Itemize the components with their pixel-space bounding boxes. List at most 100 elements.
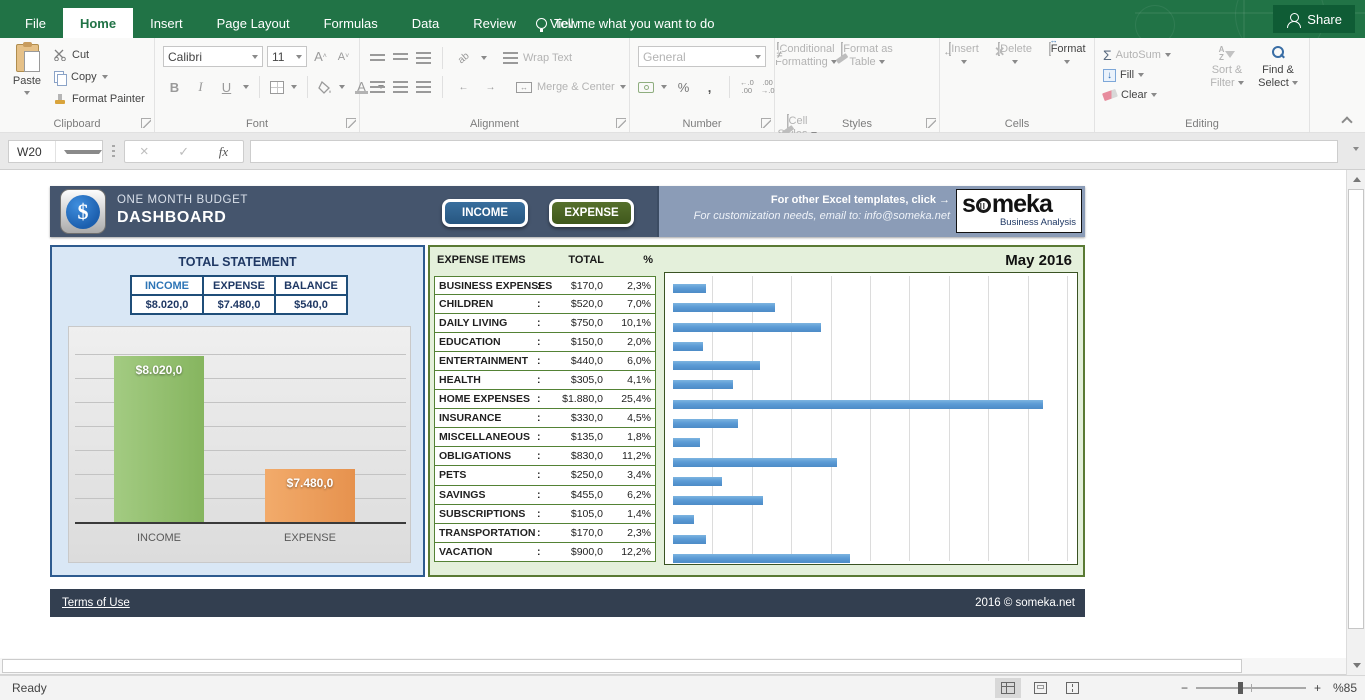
vertical-scroll-thumb[interactable] — [1348, 189, 1364, 629]
zoom-percentage[interactable]: %85 — [1333, 681, 1357, 695]
increase-decimal-button[interactable]: ←.0.00 — [740, 79, 754, 95]
normal-view-button[interactable] — [995, 678, 1021, 698]
tell-me-box[interactable]: Tell me what you want to do — [536, 8, 714, 38]
fill-color-dropdown-caret[interactable] — [339, 85, 345, 89]
tab-insert[interactable]: Insert — [133, 8, 200, 38]
wrap-text-button[interactable]: Wrap Text — [503, 52, 572, 64]
gridline — [988, 276, 989, 561]
tab-formulas[interactable]: Formulas — [307, 8, 395, 38]
expand-formula-bar-button[interactable] — [1353, 147, 1359, 151]
enter-button[interactable]: ✓ — [178, 144, 189, 160]
copy-dropdown-caret[interactable] — [102, 75, 108, 79]
autosum-button[interactable]: Σ AutoSum — [1103, 45, 1171, 65]
paste-dropdown-caret[interactable] — [24, 91, 30, 95]
fill-button[interactable]: ↓ Fill — [1103, 65, 1171, 85]
horizontal-scroll-thumb[interactable] — [2, 659, 1242, 673]
merge-center-dropdown-caret[interactable] — [620, 85, 626, 89]
number-dialog-launcher[interactable] — [761, 118, 771, 128]
alignment-dialog-launcher[interactable] — [616, 118, 626, 128]
accounting-format-icon[interactable] — [638, 82, 654, 93]
increase-indent-button[interactable]: → — [481, 77, 500, 97]
clear-dropdown-caret[interactable] — [1151, 93, 1157, 97]
share-button[interactable]: Share — [1273, 5, 1355, 33]
decrease-decimal-button[interactable]: .00→.0 — [761, 79, 775, 95]
borders-icon[interactable] — [270, 81, 284, 94]
tab-file[interactable]: File — [8, 8, 63, 38]
shrink-font-button[interactable]: A˅ — [334, 47, 353, 67]
scroll-down-button[interactable] — [1348, 657, 1365, 674]
formula-input[interactable] — [250, 140, 1338, 163]
name-box-caret[interactable] — [55, 141, 102, 162]
orientation-dropdown-caret[interactable] — [481, 56, 487, 60]
income-nav-button[interactable]: INCOME — [442, 199, 528, 227]
font-dialog-launcher[interactable] — [346, 118, 356, 128]
tab-data[interactable]: Data — [395, 8, 456, 38]
promo-line1[interactable]: For other Excel templates, click → — [694, 194, 950, 206]
borders-dropdown-caret[interactable] — [291, 85, 297, 89]
expense-nav-button[interactable]: EXPENSE — [549, 199, 634, 227]
italic-button[interactable]: I — [191, 77, 210, 97]
sort-filter-button[interactable]: AZ Sort & Filter — [1203, 38, 1251, 110]
zoom-in-button[interactable]: + — [1314, 681, 1321, 695]
vertical-scrollbar[interactable] — [1346, 170, 1365, 675]
underline-button[interactable]: U — [217, 77, 236, 97]
bold-button[interactable]: B — [165, 77, 184, 97]
zoom-slider[interactable] — [1196, 687, 1306, 689]
terms-of-use-link[interactable]: Terms of Use — [62, 597, 130, 609]
zoom-out-button[interactable]: − — [1181, 681, 1188, 695]
percent-style-button[interactable]: % — [674, 77, 693, 97]
format-cells-button[interactable]: ↔ Format — [1042, 38, 1092, 110]
total-statement-panel: TOTAL STATEMENT INCOME EXPENSE BALANCE $… — [50, 245, 425, 577]
align-middle-button[interactable] — [393, 53, 408, 63]
find-select-button[interactable]: Find & Select — [1253, 38, 1303, 110]
grow-font-button[interactable]: A˄ — [311, 47, 330, 67]
worksheet[interactable]: $ ONE MONTH BUDGET DASHBOARD INCOME EXPE… — [0, 170, 1346, 658]
cut-label: Cut — [72, 49, 89, 61]
fill-color-icon[interactable] — [318, 81, 332, 94]
tab-review[interactable]: Review — [456, 8, 533, 38]
tab-page-layout[interactable]: Page Layout — [200, 8, 307, 38]
clear-button[interactable]: Clear — [1103, 85, 1171, 105]
cut-button[interactable]: Cut — [52, 44, 145, 66]
fill-dropdown-caret[interactable] — [1138, 73, 1144, 77]
underline-dropdown-caret[interactable] — [243, 85, 249, 89]
exp-name: INSURANCE — [439, 412, 501, 424]
accounting-dropdown-caret[interactable] — [661, 85, 667, 89]
insert-cells-button[interactable]: ← Insert — [940, 38, 988, 110]
merge-center-label: Merge & Center — [537, 81, 615, 93]
styles-dialog-launcher[interactable] — [926, 118, 936, 128]
align-bottom-button[interactable] — [416, 52, 431, 64]
font-family-select[interactable]: Calibri — [163, 46, 263, 67]
paste-label: Paste — [5, 75, 49, 87]
orientation-button[interactable]: ab — [450, 44, 477, 72]
zoom-slider-thumb[interactable] — [1238, 682, 1243, 694]
comma-style-button[interactable]: , — [700, 77, 719, 97]
page-layout-view-button[interactable] — [1027, 678, 1053, 698]
font-size-select[interactable]: 11 — [267, 46, 307, 67]
clipboard-dialog-launcher[interactable] — [141, 118, 151, 128]
number-format-select[interactable]: General — [638, 46, 766, 67]
decrease-indent-button[interactable]: ← — [454, 77, 473, 97]
copy-button[interactable]: Copy — [52, 66, 145, 88]
horizontal-scrollbar[interactable] — [0, 658, 1346, 675]
delete-cells-button[interactable]: ✕ Delete — [991, 38, 1039, 110]
page-break-view-button[interactable] — [1059, 678, 1085, 698]
paste-button[interactable]: Paste — [5, 42, 49, 110]
insert-function-button[interactable]: fx — [219, 144, 228, 160]
collapse-ribbon-button[interactable] — [1341, 116, 1352, 127]
align-center-button[interactable] — [393, 81, 408, 93]
format-as-table-button[interactable]: Format as Table — [840, 38, 894, 110]
align-left-button[interactable] — [370, 81, 385, 93]
align-right-button[interactable] — [416, 81, 431, 93]
align-top-button[interactable] — [370, 54, 385, 62]
tab-home[interactable]: Home — [63, 8, 133, 38]
formula-bar-grip[interactable] — [112, 145, 115, 158]
conditional-formatting-button[interactable]: ≠ Conditional Formatting — [775, 38, 837, 110]
scroll-up-button[interactable] — [1348, 171, 1365, 188]
find-select-label: Find & Select — [1258, 64, 1294, 89]
name-box[interactable]: W20 — [8, 140, 103, 163]
merge-center-button[interactable]: ↔ Merge & Center — [516, 81, 626, 93]
format-painter-button[interactable]: Format Painter — [52, 88, 145, 110]
autosum-dropdown-caret[interactable] — [1165, 53, 1171, 57]
cancel-button[interactable]: × — [140, 143, 149, 160]
